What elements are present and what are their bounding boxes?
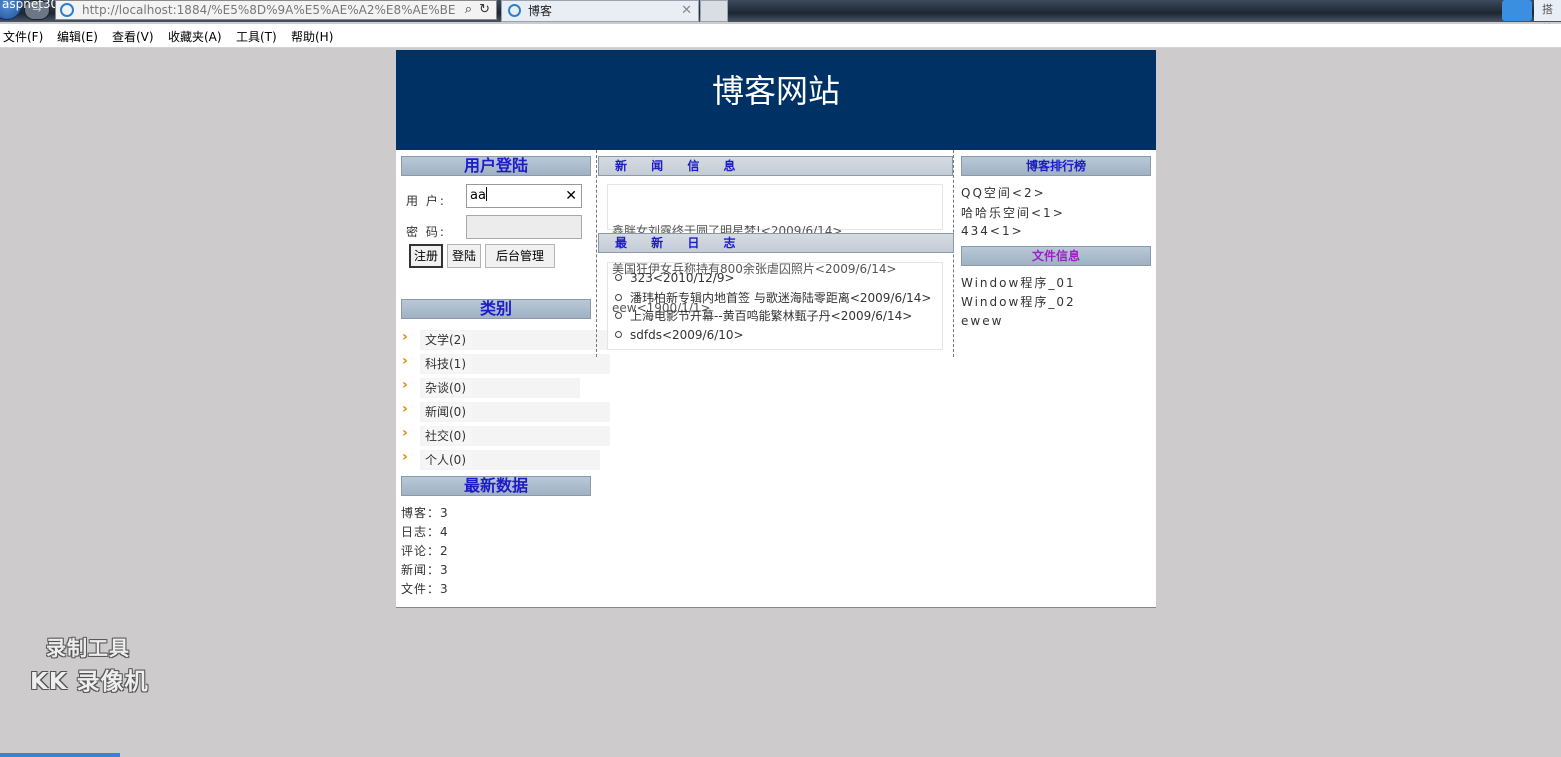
news-heading: 新 闻 信 息 (598, 156, 953, 176)
category-label[interactable]: 新闻(0) (425, 403, 472, 420)
watermark-line1: 录制工具 (46, 636, 130, 660)
toolbar-label[interactable]: 搭档 (1534, 0, 1561, 36)
ranking-item[interactable]: 434<1> (961, 224, 1024, 238)
menu-tools[interactable]: 工具(T) (236, 28, 277, 45)
ie-icon (60, 3, 74, 17)
tab-title: 博客 (528, 4, 553, 18)
menu-help[interactable]: 帮助(H) (291, 28, 333, 45)
bullet-icon (615, 274, 622, 281)
chevron-right-icon: › (402, 449, 408, 465)
browser-tab[interactable]: 博客 ✕ (501, 0, 699, 22)
log-label[interactable]: 323<2010/12/9> (630, 271, 735, 285)
log-item[interactable]: sdfds<2009/6/10> (615, 328, 744, 342)
close-icon[interactable]: ✕ (681, 1, 692, 21)
category-item[interactable]: › 杂谈(0) (402, 377, 602, 397)
clear-icon[interactable]: ✕ (565, 185, 577, 207)
menu-file[interactable]: 文件(F) (3, 28, 43, 45)
username-value: aa (470, 188, 486, 203)
stat-line: 新闻：3 (401, 563, 449, 577)
chevron-right-icon: › (402, 377, 408, 393)
login-heading: 用户登陆 (401, 156, 591, 176)
log-heading: 最 新 日 志 (598, 233, 954, 253)
register-button[interactable]: 注册 (409, 244, 443, 268)
category-item[interactable]: › 科技(1) (402, 353, 602, 373)
ranking-heading: 博客排行榜 (961, 156, 1151, 176)
files-heading: 文件信息 (961, 246, 1151, 266)
menu-view[interactable]: 查看(V) (112, 28, 154, 45)
password-input[interactable] (466, 215, 582, 239)
ranking-item[interactable]: 哈哈乐空间<1> (961, 204, 1065, 221)
menu-edit[interactable]: 编辑(E) (57, 28, 98, 45)
new-tab-button[interactable] (700, 0, 728, 22)
middle-column: 新 闻 信 息 鑫胖女刘露终于圆了明星梦!<2009/6/14> 最 新 日 志… (596, 150, 954, 357)
web-page: 博客网站 用户登陆 用 户: aa ✕ 密 码: 注册 登陆 后台管理 类别 ›… (396, 50, 1156, 608)
stats-heading: 最新数据 (401, 476, 591, 496)
file-item[interactable]: Window程序_01 (961, 274, 1076, 291)
bullet-icon (615, 331, 622, 338)
chevron-right-icon: › (402, 353, 408, 369)
category-heading: 类别 (401, 299, 591, 319)
stat-line: 评论：2 (401, 544, 449, 558)
chevron-right-icon: › (402, 401, 408, 417)
cloud-icon[interactable] (1502, 0, 1532, 21)
menu-bar: 文件(F) 编辑(E) 查看(V) 收藏夹(A) 工具(T) 帮助(H) (0, 24, 1561, 48)
stat-line: 博客：3 (401, 506, 449, 520)
watermark-line2: KK 录像机 (30, 669, 149, 695)
menu-favorites[interactable]: 收藏夹(A) (168, 28, 222, 45)
category-label[interactable]: 科技(1) (425, 355, 472, 372)
chevron-right-icon: › (402, 425, 408, 441)
address-text: http://localhost:1884/%E5%8D%9A%E5%AE%A2… (82, 3, 456, 17)
category-item[interactable]: › 社交(0) (402, 425, 602, 445)
user-label: 用 户: (406, 194, 446, 208)
file-item[interactable]: ewew (961, 314, 1003, 328)
login-button[interactable]: 登陆 (447, 244, 481, 268)
taskbar-strip (0, 752, 1561, 757)
log-label[interactable]: 潘玮柏新专辑内地首签 与歌迷海陆零距离<2009/6/14> (630, 291, 931, 305)
log-label[interactable]: 上海电影节开幕--黄百鸣能繁林甄子丹<2009/6/14> (630, 309, 912, 323)
ie-icon (508, 4, 521, 17)
password-label: 密 码: (406, 225, 446, 239)
bullet-icon (615, 312, 622, 319)
category-label[interactable]: 文学(2) (425, 331, 472, 348)
browser-title-bar: → aspnet30 博客平台的设计与实现 (测试)录像 http://loca… (0, 0, 1561, 36)
refresh-icon[interactable]: ↻ (479, 1, 490, 19)
category-label[interactable]: 社交(0) (425, 427, 472, 444)
file-item[interactable]: Window程序_02 (961, 293, 1076, 310)
category-item[interactable]: › 文学(2) (402, 329, 602, 349)
site-header: 博客网站 (396, 50, 1156, 150)
stat-line: 文件：3 (401, 582, 449, 596)
chevron-right-icon: › (402, 329, 408, 345)
bullet-icon (615, 294, 622, 301)
log-label[interactable]: sdfds<2009/6/10> (630, 328, 744, 342)
username-input[interactable]: aa ✕ (466, 184, 582, 208)
admin-button[interactable]: 后台管理 (485, 244, 555, 268)
log-item[interactable]: 323<2010/12/9> (615, 271, 735, 285)
site-title: 博客网站 (711, 72, 840, 110)
search-icon[interactable]: ⌕ (465, 1, 472, 19)
stat-line: 日志：4 (401, 525, 449, 539)
log-item[interactable]: 潘玮柏新专辑内地首签 与歌迷海陆零距离<2009/6/14> (615, 289, 931, 306)
address-bar[interactable]: http://localhost:1884/%E5%8D%9A%E5%AE%A2… (55, 0, 497, 20)
category-label[interactable]: 杂谈(0) (425, 379, 472, 396)
category-label[interactable]: 个人(0) (425, 451, 472, 468)
category-item[interactable]: › 个人(0) (402, 449, 602, 469)
ranking-item[interactable]: QQ空间<2> (961, 184, 1046, 201)
category-item[interactable]: › 新闻(0) (402, 401, 602, 421)
log-item[interactable]: 上海电影节开幕--黄百鸣能繁林甄子丹<2009/6/14> (615, 307, 912, 324)
